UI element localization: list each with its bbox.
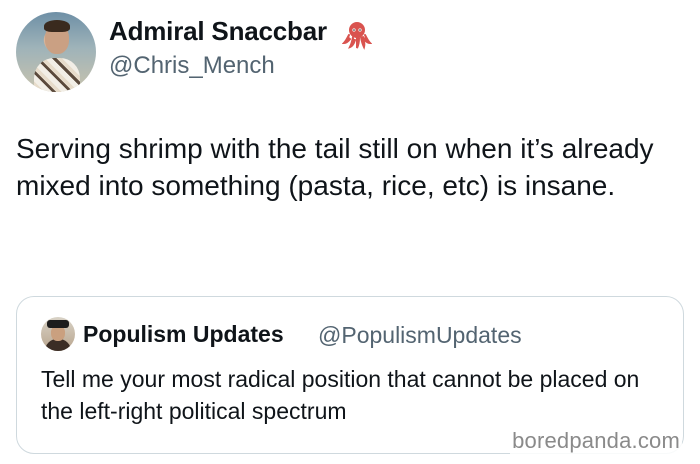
quoted-author-display-name[interactable]: Populism Updates [83,321,284,348]
tweet-text: Serving shrimp with the tail still on wh… [16,133,654,201]
quoted-author-avatar[interactable] [41,317,75,351]
quoted-author-handle[interactable]: @PopulismUpdates [318,322,522,349]
author-handle[interactable]: @Chris_Mench [109,52,275,80]
avatar-hair [44,20,70,32]
author-display-name[interactable]: Admiral Snaccbar [109,16,327,47]
avatar-shirt [34,58,80,92]
quoted-avatar-hat [47,320,69,328]
quoted-tweet-text: Tell me your most radical position that … [41,366,640,424]
author-avatar[interactable] [16,12,96,92]
octopus-icon [342,22,372,50]
watermark: boredpanda.com [510,428,682,454]
